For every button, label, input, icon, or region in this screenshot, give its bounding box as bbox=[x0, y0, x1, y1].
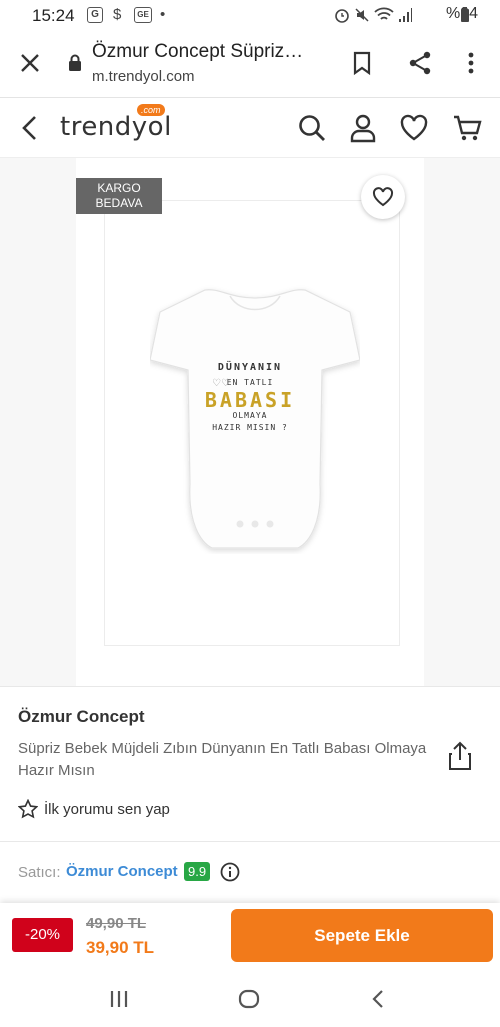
page-url[interactable]: m.trendyol.com bbox=[92, 68, 195, 85]
site-header: trendyol .com bbox=[0, 98, 500, 158]
recent-apps-icon[interactable] bbox=[107, 987, 131, 1011]
badge-line-1: KARGO bbox=[97, 181, 141, 195]
status-time: 15:24 bbox=[32, 6, 75, 25]
heart-icon bbox=[372, 187, 394, 207]
info-icon[interactable] bbox=[220, 862, 240, 882]
print-line-3: BABASI bbox=[204, 388, 296, 412]
google-notification-icon: G bbox=[87, 7, 103, 23]
share-icon[interactable] bbox=[407, 50, 433, 76]
current-price: 39,90 TL bbox=[86, 938, 155, 957]
free-shipping-badge: KARGO BEDAVA bbox=[76, 178, 162, 214]
star-icon bbox=[18, 799, 38, 819]
ge-notification-icon: GE bbox=[134, 7, 152, 23]
dollar-notification-icon: $ bbox=[113, 6, 122, 23]
site-logo[interactable]: trendyol bbox=[60, 112, 172, 142]
seller-score-badge: 9.9 bbox=[184, 862, 211, 881]
close-icon[interactable] bbox=[18, 51, 42, 75]
product-name: Süpriz Bebek Müjdeli Zıbın Dünyanın En T… bbox=[18, 740, 427, 779]
print-line-4: OLMAYA bbox=[232, 411, 268, 420]
discount-badge: -20% bbox=[12, 918, 73, 952]
favorite-button[interactable] bbox=[361, 175, 405, 219]
back-arrow-icon[interactable] bbox=[18, 114, 42, 142]
product-info: Özmur Concept Süpriz Bebek Müjdeli Zıbın… bbox=[0, 686, 500, 841]
share-icon[interactable] bbox=[447, 741, 473, 771]
review-cta: İlk yorumu sen yap bbox=[44, 801, 170, 818]
seller-name-link[interactable]: Özmur Concept bbox=[66, 863, 178, 880]
product-brand[interactable]: Özmur Concept bbox=[18, 707, 145, 727]
home-icon[interactable] bbox=[237, 987, 261, 1011]
lock-icon bbox=[69, 54, 81, 71]
seller-row: Satıcı: Özmur Concept 9.9 bbox=[0, 841, 500, 903]
more-vert-icon[interactable] bbox=[458, 50, 484, 76]
nav-back-icon[interactable] bbox=[367, 987, 391, 1011]
site-logo-suffix: .com bbox=[137, 104, 165, 116]
add-to-cart-button[interactable]: Sepete Ekle bbox=[231, 909, 493, 962]
seller-label: Satıcı: bbox=[18, 864, 61, 881]
more-notifications-dot-icon: • bbox=[160, 6, 166, 23]
signal-icon bbox=[399, 8, 412, 22]
bookmark-icon[interactable] bbox=[349, 50, 375, 76]
alarm-icon bbox=[335, 9, 349, 23]
status-bar: 15:24 G $ GE • %94 bbox=[0, 0, 500, 30]
browser-toolbar: Özmur Concept Süpriz… m.trendyol.com bbox=[0, 30, 500, 98]
battery-icon bbox=[461, 7, 469, 22]
print-line-2: EN TATLI bbox=[226, 378, 274, 387]
heart-icon[interactable] bbox=[399, 113, 429, 143]
print-line-1: DÜNYANIN bbox=[217, 362, 283, 373]
old-price: 49,90 TL bbox=[86, 915, 147, 932]
mute-icon bbox=[355, 8, 369, 22]
badge-line-2: BEDAVA bbox=[95, 196, 143, 210]
system-nav-bar bbox=[0, 969, 500, 1027]
search-icon[interactable] bbox=[297, 113, 327, 143]
cart-icon[interactable] bbox=[452, 113, 482, 143]
user-icon[interactable] bbox=[348, 113, 378, 143]
wifi-icon bbox=[374, 7, 394, 20]
purchase-bar: -20% 49,90 TL 39,90 TL Sepete Ekle bbox=[0, 903, 500, 969]
print-line-5: HAZIR MISIN ? bbox=[212, 423, 288, 432]
page-title[interactable]: Özmur Concept Süpriz… bbox=[92, 41, 303, 63]
